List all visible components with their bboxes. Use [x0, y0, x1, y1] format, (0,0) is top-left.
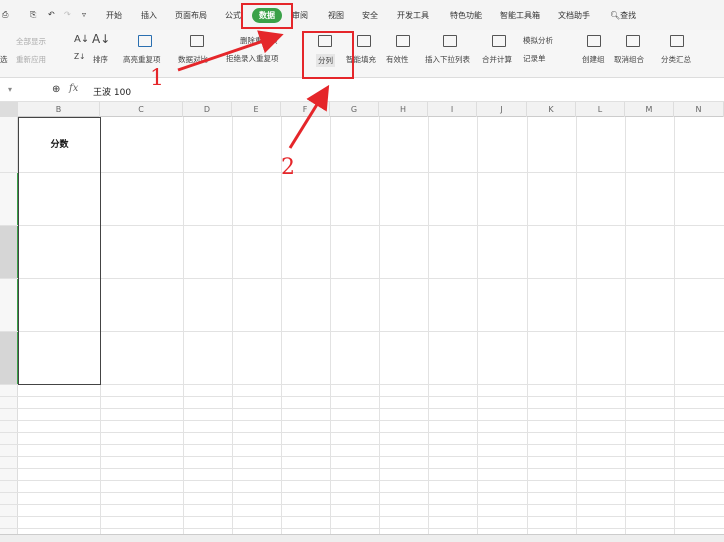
arrow-2	[288, 84, 330, 149]
annotation-arrows	[177, 30, 330, 149]
step-label-2: 2	[281, 155, 295, 180]
arrow-1	[177, 30, 284, 72]
step-label-1: 1	[150, 66, 164, 91]
